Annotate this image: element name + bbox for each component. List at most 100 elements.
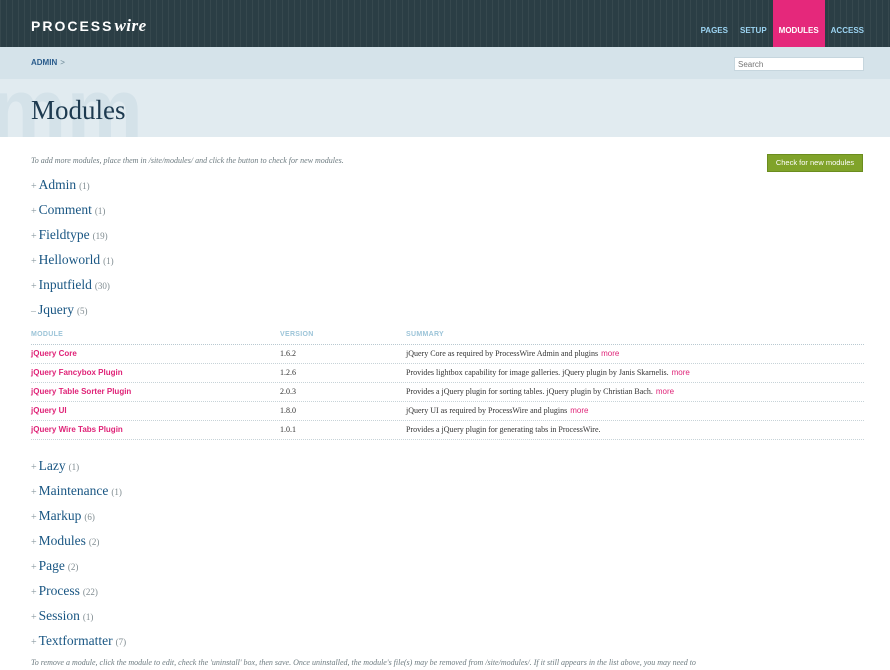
check-new-modules-button[interactable]: Check for new modules: [767, 154, 863, 172]
expand-toggle-icon: +: [31, 562, 37, 573]
module-version: 1.0.1: [280, 425, 296, 434]
uninstall-instructions: To remove a module, click the module to …: [31, 658, 696, 667]
nav-access[interactable]: ACCESS: [825, 0, 870, 47]
module-group-modules[interactable]: + Modules (2): [31, 533, 99, 549]
group-name: Process: [38, 583, 80, 598]
module-group-page[interactable]: + Page (2): [31, 558, 78, 574]
module-group-maintenance[interactable]: + Maintenance (1): [31, 483, 122, 499]
expand-toggle-icon: +: [31, 231, 37, 242]
table-row: jQuery Core 1.6.2 jQuery Core as require…: [31, 345, 864, 364]
group-count: (5): [77, 306, 88, 316]
summary-text: Provides lightbox capability for image g…: [406, 368, 669, 377]
expand-toggle-icon: +: [31, 512, 37, 523]
expand-toggle-icon: +: [31, 181, 37, 192]
table-row: jQuery Fancybox Plugin 1.2.6 Provides li…: [31, 364, 864, 383]
module-name-link[interactable]: jQuery Core: [31, 349, 77, 358]
group-name: Markup: [38, 508, 82, 523]
group-name: Fieldtype: [38, 227, 90, 242]
more-link[interactable]: more: [656, 387, 674, 396]
group-count: (19): [92, 231, 108, 241]
group-name: Page: [38, 558, 65, 573]
more-link[interactable]: more: [672, 368, 690, 377]
group-count: (2): [88, 537, 100, 547]
group-count: (7): [115, 637, 127, 647]
group-name: Helloworld: [38, 252, 101, 267]
module-group-markup[interactable]: + Markup (6): [31, 508, 95, 524]
title-bar: mm Modules: [0, 79, 890, 137]
module-name-link[interactable]: jQuery UI: [31, 406, 67, 415]
group-count: (1): [82, 612, 94, 622]
column-header-version[interactable]: VERSION: [280, 331, 314, 338]
more-link[interactable]: more: [570, 406, 588, 415]
breadcrumb-admin-link[interactable]: ADMIN: [31, 58, 57, 67]
module-version: 1.6.2: [280, 349, 296, 358]
module-version: 2.0.3: [280, 387, 296, 396]
nav-modules[interactable]: MODULES: [772, 0, 825, 47]
module-name-link[interactable]: jQuery Table Sorter Plugin: [31, 387, 131, 396]
page-title: Modules: [31, 95, 126, 125]
group-name: Admin: [38, 177, 77, 192]
summary-text: jQuery UI as required by ProcessWire and…: [406, 406, 568, 415]
group-name: Comment: [38, 202, 92, 217]
module-summary: jQuery Core as required by ProcessWire A…: [406, 349, 619, 358]
top-navigation: PAGES SETUP MODULES ACCESS: [695, 0, 870, 47]
module-group-inputfield[interactable]: + Inputfield (30): [31, 277, 110, 293]
more-link[interactable]: more: [601, 349, 619, 358]
module-group-textformatter[interactable]: + Textformatter (7): [31, 633, 126, 649]
group-name: Textformatter: [38, 633, 113, 648]
module-name-link[interactable]: jQuery Wire Tabs Plugin: [31, 425, 123, 434]
logo-text-main: PROCESS: [31, 18, 114, 34]
group-name: Lazy: [38, 458, 66, 473]
expand-toggle-icon: +: [31, 256, 37, 267]
module-summary: Provides a jQuery plugin for generating …: [406, 425, 601, 434]
column-header-summary[interactable]: SUMMARY: [406, 331, 444, 338]
column-header-module[interactable]: MODULE: [31, 331, 63, 338]
group-name: Inputfield: [38, 277, 92, 292]
group-count: (6): [84, 512, 95, 522]
group-count: (2): [67, 562, 79, 572]
collapse-toggle-icon: –: [31, 306, 36, 317]
module-group-session[interactable]: + Session (1): [31, 608, 93, 624]
expand-toggle-icon: +: [31, 462, 37, 473]
group-count: (22): [82, 587, 98, 597]
breadcrumb-bar: ADMIN >: [0, 47, 890, 79]
nav-setup[interactable]: SETUP: [734, 0, 773, 47]
expand-toggle-icon: +: [31, 587, 37, 598]
summary-text: jQuery Core as required by ProcessWire A…: [406, 349, 599, 358]
nav-pages[interactable]: PAGES: [695, 0, 734, 47]
group-name: Session: [38, 608, 80, 623]
module-group-jquery[interactable]: – Jquery (5): [31, 302, 88, 318]
group-count: (30): [94, 281, 110, 291]
group-count: (1): [111, 487, 122, 497]
module-group-process[interactable]: + Process (22): [31, 583, 98, 599]
group-name: Maintenance: [38, 483, 109, 498]
logo-text-accent: wire: [114, 16, 147, 35]
module-version: 1.8.0: [280, 406, 296, 415]
group-count: (1): [94, 206, 106, 216]
search-input[interactable]: [734, 57, 864, 71]
module-group-lazy[interactable]: + Lazy (1): [31, 458, 79, 474]
expand-toggle-icon: +: [31, 537, 37, 548]
expand-toggle-icon: +: [31, 487, 37, 498]
module-summary: Provides a jQuery plugin for sorting tab…: [406, 387, 674, 396]
expand-toggle-icon: +: [31, 281, 37, 292]
table-row: jQuery Table Sorter Plugin 2.0.3 Provide…: [31, 383, 864, 402]
processwire-logo[interactable]: PROCESSwire: [31, 16, 147, 36]
module-group-fieldtype[interactable]: + Fieldtype (19): [31, 227, 108, 243]
group-count: (1): [79, 181, 90, 191]
module-summary: jQuery UI as required by ProcessWire and…: [406, 406, 588, 415]
expand-toggle-icon: +: [31, 637, 37, 648]
table-header-row: MODULE VERSION SUMMARY: [31, 327, 864, 345]
intro-text: To add more modules, place them in /site…: [31, 156, 344, 165]
module-name-link[interactable]: jQuery Fancybox Plugin: [31, 368, 123, 377]
table-row: jQuery UI 1.8.0 jQuery UI as required by…: [31, 402, 864, 421]
summary-text: Provides a jQuery plugin for sorting tab…: [406, 387, 653, 396]
module-group-admin[interactable]: + Admin (1): [31, 177, 90, 193]
group-name: Modules: [38, 533, 86, 548]
group-count: (1): [103, 256, 114, 266]
group-count: (1): [68, 462, 80, 472]
module-group-helloworld[interactable]: + Helloworld (1): [31, 252, 114, 268]
group-name: Jquery: [38, 302, 74, 317]
masthead: PROCESSwire PAGES SETUP MODULES ACCESS: [0, 0, 890, 47]
module-group-comment[interactable]: + Comment (1): [31, 202, 105, 218]
